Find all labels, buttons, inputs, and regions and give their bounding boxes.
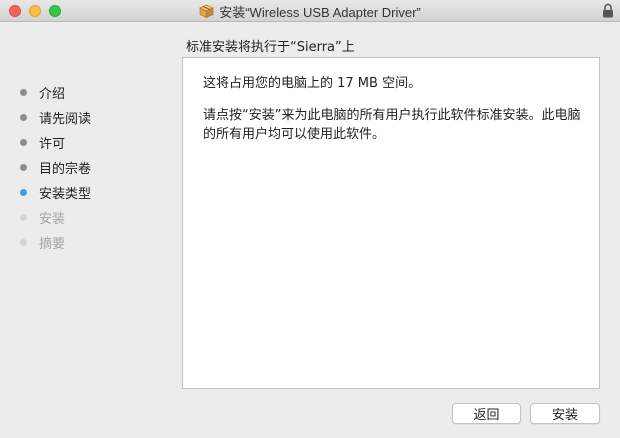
sidebar-step-label: 安装类型 <box>39 187 92 202</box>
step-status-dot <box>20 139 27 146</box>
package-icon <box>199 4 215 18</box>
back-button[interactable]: 返回 <box>452 403 521 424</box>
installer-window: 安装“Wireless USB Adapter Driver” 介绍 请先阅读 … <box>0 0 620 438</box>
step-status-dot <box>20 189 27 196</box>
sidebar-step-label: 请先阅读 <box>39 112 92 127</box>
step-status-dot <box>20 214 27 221</box>
sidebar-step-read-me: 请先阅读 <box>20 105 91 130</box>
window-title-group: 安装“Wireless USB Adapter Driver” <box>0 0 620 22</box>
content-panel: 这将占用您的电脑上的 17 MB 空间。 请点按“安装”来为此电脑的所有用户执行… <box>182 57 600 389</box>
disk-space-text: 这将占用您的电脑上的 17 MB 空间。 <box>203 76 422 91</box>
sidebar-step-introduction: 介绍 <box>20 80 91 105</box>
sidebar-step-installation: 安装 <box>20 205 91 230</box>
sidebar-step-label: 摘要 <box>39 237 66 252</box>
installer-steps-sidebar: 介绍 请先阅读 许可 目的宗卷 安装类型 安装 摘要 <box>20 80 91 255</box>
window-title: 安装“Wireless USB Adapter Driver” <box>219 4 421 20</box>
sidebar-step-label: 目的宗卷 <box>39 162 92 177</box>
step-status-dot <box>20 164 27 171</box>
step-status-dot <box>20 239 27 246</box>
sidebar-step-summary: 摘要 <box>20 230 91 255</box>
step-status-dot <box>20 114 27 121</box>
sidebar-step-label: 安装 <box>39 212 66 227</box>
sidebar-step-installation-type: 安装类型 <box>20 180 91 205</box>
title-bar: 安装“Wireless USB Adapter Driver” <box>0 0 620 22</box>
step-status-dot <box>20 89 27 96</box>
sidebar-step-label: 许可 <box>39 137 66 152</box>
sidebar-step-label: 介绍 <box>39 87 66 102</box>
sidebar-step-license: 许可 <box>20 130 91 155</box>
install-button[interactable]: 安装 <box>530 403 600 424</box>
sidebar-step-destination: 目的宗卷 <box>20 155 91 180</box>
panel-heading: 标准安装将执行于“Sierra”上 <box>186 40 355 55</box>
lock-icon <box>603 3 613 18</box>
install-description-text: 请点按“安装”来为此电脑的所有用户执行此软件标准安装。此电脑的所有用户均可以使用… <box>203 108 581 142</box>
